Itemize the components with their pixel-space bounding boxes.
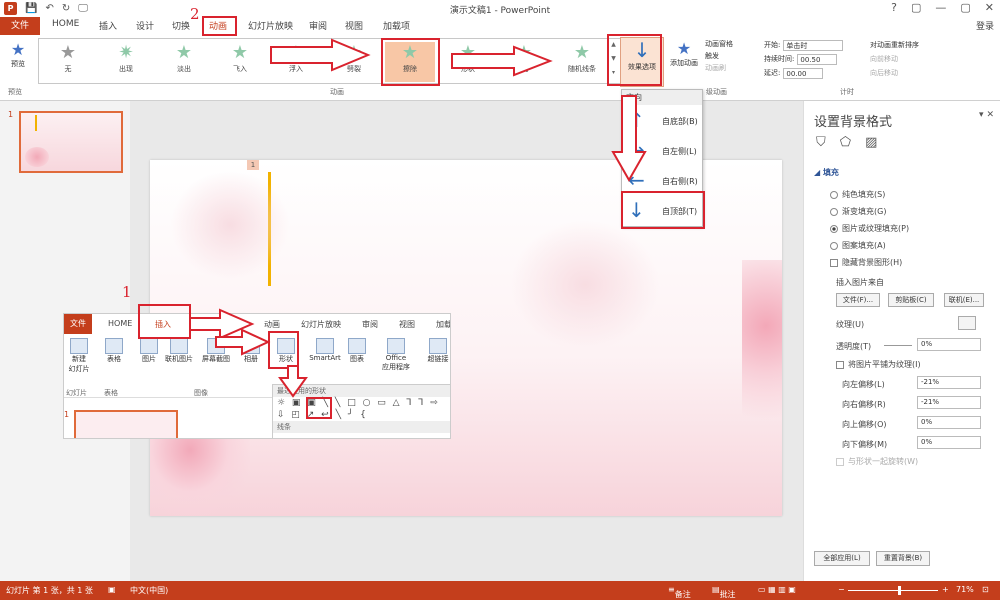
arrow-right-annotation [451, 45, 553, 77]
annotation-arrows [189, 38, 647, 398]
arrow-down-annotation [278, 365, 308, 398]
arrow-down-annotation [611, 95, 647, 183]
arrow-right-annotation [270, 38, 371, 72]
